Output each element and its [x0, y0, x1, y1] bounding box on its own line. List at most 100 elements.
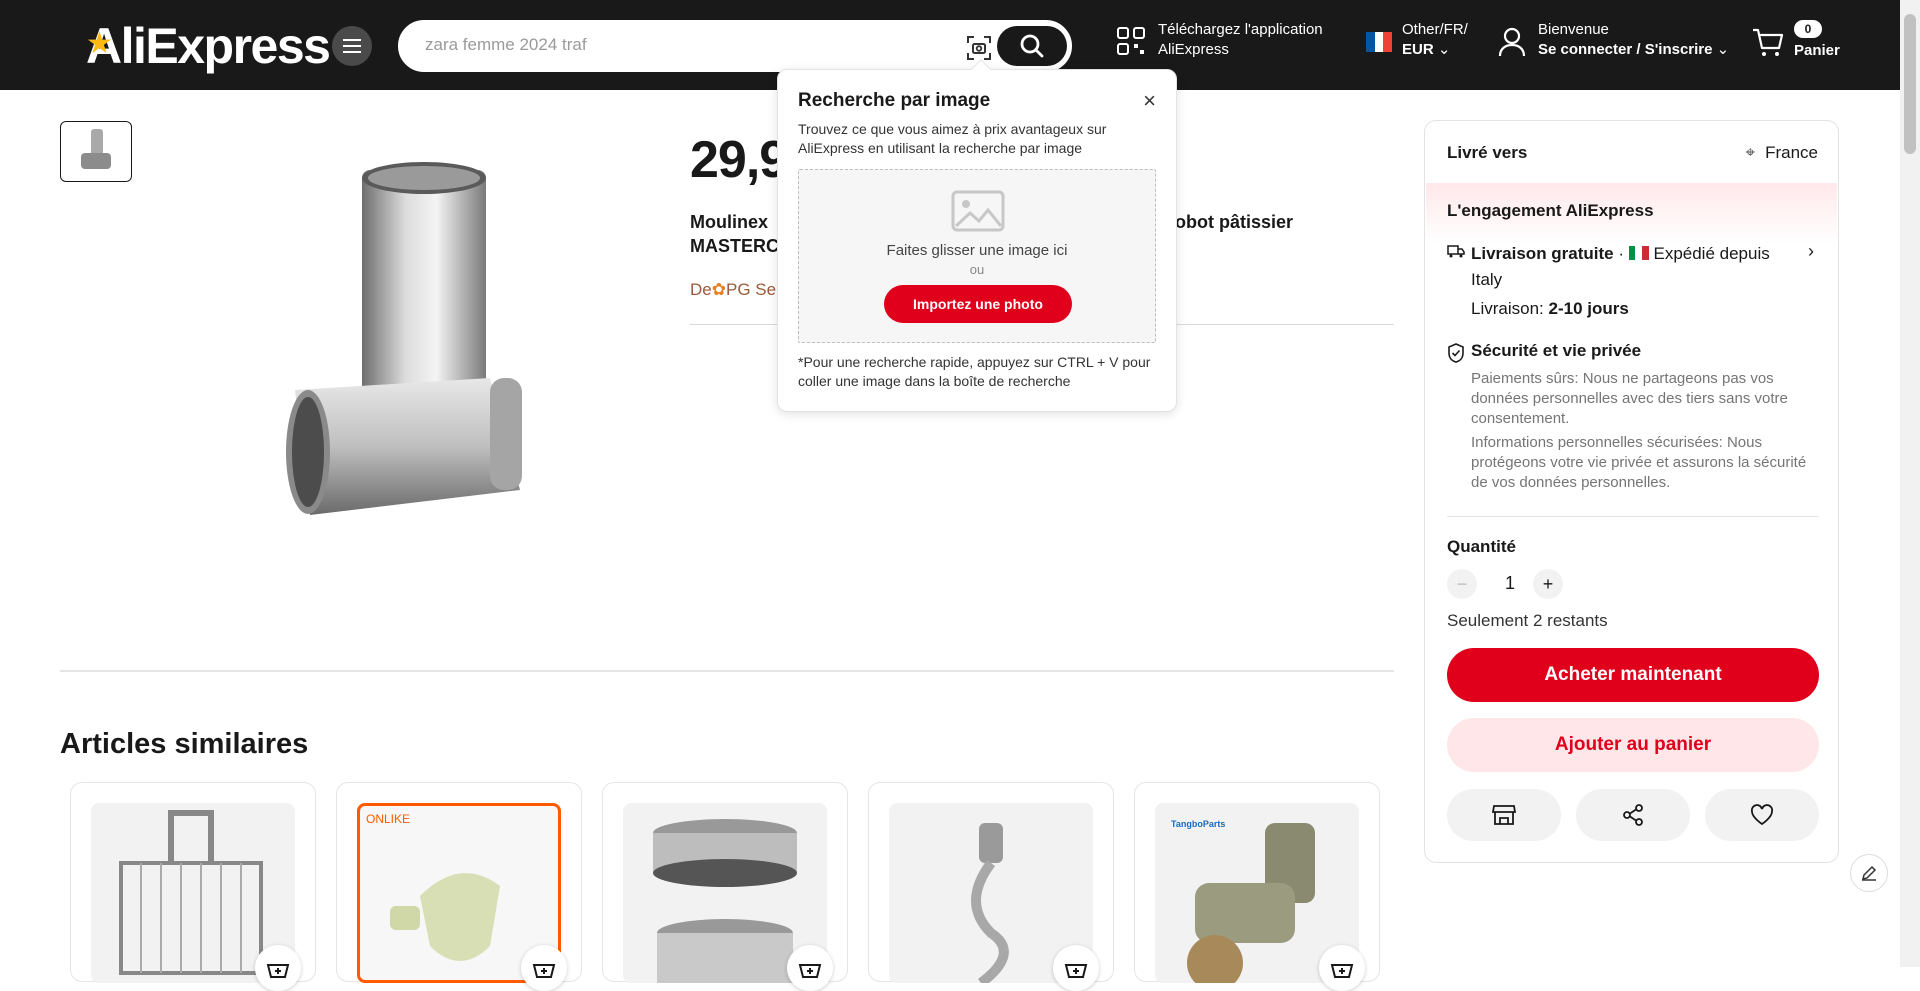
product-main-image[interactable] [280, 160, 540, 520]
user-icon [1498, 27, 1526, 57]
truck-icon [1447, 244, 1467, 263]
delivery-value: 2-10 jours [1548, 299, 1629, 318]
buy-now-button[interactable]: Acheter maintenant [1447, 648, 1819, 702]
signin-link[interactable]: Se connecter / S'inscrire [1538, 41, 1712, 58]
locale-line1: Other/FR/ [1402, 21, 1468, 38]
wishlist-button[interactable] [1705, 789, 1819, 841]
thumbnail-image [81, 128, 111, 169]
similar-items-title: Articles similaires [60, 728, 309, 760]
pencil-icon [1861, 865, 1877, 881]
purchase-panel: Livré vers ⌖ France L'engagement AliExpre… [1424, 120, 1839, 863]
add-to-cart-button[interactable]: Ajouter au panier [1447, 718, 1819, 772]
paste-hint: *Pour une recherche rapide, appuyez sur … [798, 354, 1151, 389]
shipped-from-label: Expédié depuis [1653, 244, 1770, 263]
security-title: Sécurité et vie privée [1471, 341, 1642, 360]
security-text-privacy: Informations personnelles sécurisées: No… [1471, 434, 1807, 491]
logo-text: AliExpress [86, 18, 331, 74]
feedback-edit-button[interactable] [1850, 854, 1888, 892]
similar-item-card[interactable] [70, 782, 316, 991]
qr-code-icon [1117, 27, 1145, 55]
quantity-label: Quantité [1447, 537, 1516, 556]
store-button[interactable] [1447, 789, 1561, 841]
similar-item-card[interactable]: TangboParts [1134, 782, 1380, 991]
product-price: 29,9 [690, 131, 788, 189]
add-to-cart-icon[interactable] [521, 945, 567, 991]
engagement-title: L'engagement AliExpress [1447, 201, 1654, 220]
app-line2: AliExpress [1158, 41, 1229, 58]
aliexpress-logo[interactable]: ★ AliExpress [86, 18, 331, 74]
shield-check-icon [1447, 343, 1465, 368]
ship-to-country: France [1765, 143, 1818, 162]
or-text: ou [969, 262, 985, 277]
product-thumbnail[interactable] [60, 121, 132, 182]
store-icon [1492, 805, 1516, 825]
similar-item-card[interactable]: ONLIKE [336, 782, 582, 991]
popup-title: Recherche par image [798, 90, 991, 111]
add-to-cart-icon[interactable] [255, 945, 301, 991]
delivery-label: Livraison: [1471, 299, 1544, 318]
add-to-cart-icon[interactable] [1319, 945, 1365, 991]
ship-to-selector[interactable]: ⌖ France [1746, 143, 1819, 163]
product-title-line1-end: obot pâtissier [1175, 212, 1294, 232]
share-icon [1623, 804, 1643, 826]
seller-flower-icon: ✿ [711, 280, 726, 299]
similar-item-card[interactable] [602, 782, 848, 991]
image-placeholder-icon [951, 190, 1005, 232]
seller-name[interactable]: PG Se [726, 280, 776, 299]
chevron-down-icon: ⌄ [1716, 41, 1730, 58]
security-text-payments: Paiements sûrs: Nous ne partageons pas v… [1471, 370, 1788, 427]
location-pin-icon: ⌖ [1745, 143, 1756, 162]
welcome-text: Bienvenue [1538, 21, 1609, 38]
divider [60, 670, 1394, 672]
categories-menu-button[interactable] [332, 26, 372, 66]
chevron-down-icon: ⌄ [1437, 41, 1451, 58]
cart-label: Panier [1794, 42, 1840, 59]
image-search-camera-icon[interactable] [965, 34, 993, 62]
add-to-cart-icon[interactable] [787, 945, 833, 991]
seller-prefix: De [690, 280, 712, 299]
product-title-line2: MASTERC [690, 236, 779, 256]
france-flag-icon [1366, 32, 1393, 52]
stock-remaining: Seulement 2 restants [1447, 611, 1608, 630]
item-brand-label: TangboParts [1171, 819, 1226, 829]
logo-star-icon: ★ [86, 27, 113, 60]
quantity-value[interactable]: 1 [1495, 573, 1525, 594]
close-icon[interactable]: × [1143, 88, 1156, 114]
delivery-time: Livraison: 2-10 jours [1471, 299, 1629, 319]
search-bar [398, 20, 1072, 72]
free-shipping-label: Livraison gratuite [1471, 244, 1614, 263]
hamburger-icon [343, 39, 361, 53]
item-brand-label: ONLIKE [366, 812, 411, 826]
download-app-link[interactable]: Téléchargez l'application AliExpress [1116, 20, 1323, 60]
search-button[interactable] [997, 26, 1067, 66]
drop-text: Faites glisser une image ici [886, 242, 1068, 259]
seller-info[interactable]: De✿PG Se [690, 280, 776, 300]
popup-description: Trouvez ce que vous aimez à prix avantag… [798, 121, 1107, 156]
product-title-line1: Moulinex [690, 212, 769, 232]
image-drop-zone[interactable]: Faites glisser une image ici ou Importez… [798, 169, 1156, 343]
search-input[interactable] [425, 35, 925, 55]
shipping-info[interactable]: Livraison gratuite · Expédié depuis Ital… [1471, 241, 1801, 293]
image-search-popup: Recherche par image × Trouvez ce que vou… [777, 59, 1177, 412]
page-scrollbar[interactable] [1900, 0, 1920, 967]
currency-label: EUR [1402, 41, 1434, 58]
quantity-decrease-button[interactable]: − [1447, 569, 1477, 599]
chevron-right-icon[interactable]: › [1808, 241, 1814, 262]
share-button[interactable] [1576, 789, 1690, 841]
cart-icon [1753, 28, 1784, 56]
upload-photo-button[interactable]: Importez une photo [884, 285, 1072, 323]
similar-item-card[interactable] [868, 782, 1114, 991]
locale-currency-selector[interactable]: Other/FR/ EUR ⌄ [1366, 20, 1468, 60]
search-icon [1020, 34, 1044, 58]
heart-icon [1750, 804, 1774, 826]
italy-flag-icon [1628, 242, 1649, 260]
cart-count-badge: 0 [1794, 20, 1822, 38]
ship-to-label: Livré vers [1447, 143, 1528, 162]
shipped-country: Italy [1471, 270, 1503, 289]
divider [1447, 516, 1819, 517]
quantity-increase-button[interactable]: + [1533, 569, 1563, 599]
scrollbar-thumb[interactable] [1904, 14, 1916, 154]
add-to-cart-icon[interactable] [1053, 945, 1099, 991]
app-line1: Téléchargez l'application [1158, 21, 1323, 38]
account-menu[interactable]: Bienvenue Se connecter / S'inscrire ⌄ [1498, 20, 1729, 60]
